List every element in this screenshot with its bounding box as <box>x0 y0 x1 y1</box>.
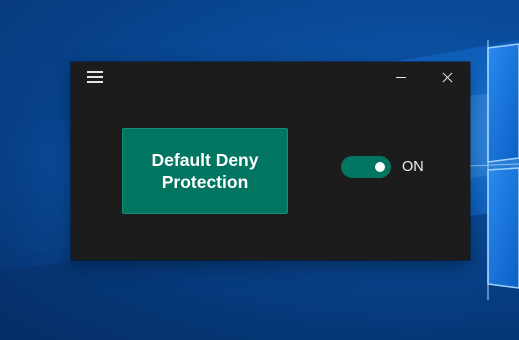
hamburger-icon[interactable] <box>87 71 103 83</box>
default-deny-protection-button[interactable]: Default Deny Protection <box>122 128 288 214</box>
close-icon <box>442 72 453 83</box>
minimize-icon <box>396 77 406 78</box>
toggle-knob <box>375 162 385 172</box>
title-bar[interactable] <box>71 62 470 92</box>
protection-toggle[interactable] <box>341 156 391 178</box>
toggle-state-label: ON <box>402 159 424 175</box>
minimize-button[interactable] <box>378 62 424 92</box>
app-window: Default Deny Protection ON <box>71 62 470 260</box>
close-button[interactable] <box>424 62 470 92</box>
